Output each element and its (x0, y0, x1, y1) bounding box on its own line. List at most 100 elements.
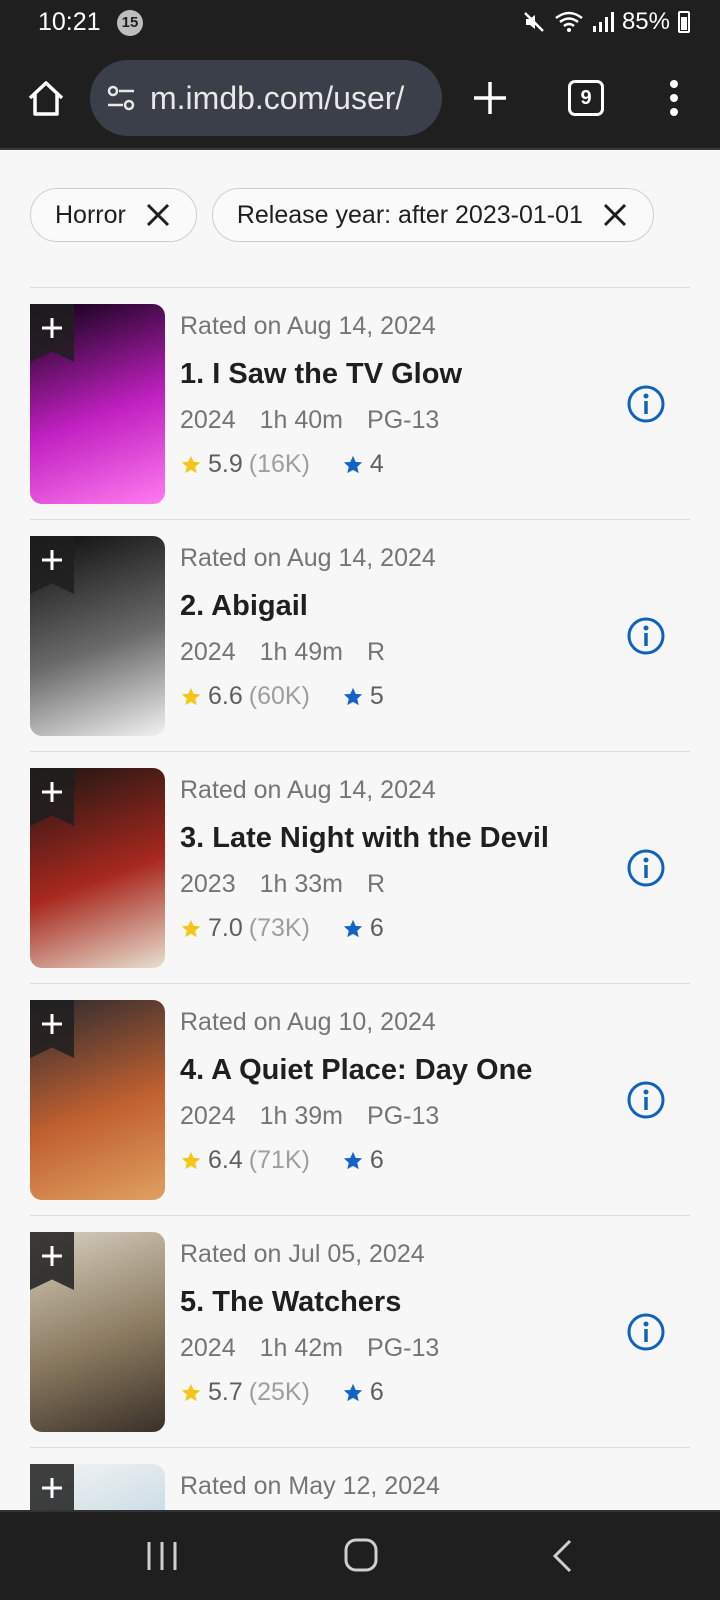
release-year: 2024 (180, 406, 236, 434)
rated-date: Rated on May 12, 2024 (180, 1472, 440, 1500)
runtime: 1h 39m (259, 1102, 344, 1130)
info-icon[interactable] (626, 384, 666, 424)
vote-count: (71K) (248, 1146, 310, 1174)
poster-image[interactable] (30, 536, 165, 736)
user-rating[interactable]: 6 (342, 1146, 384, 1175)
add-to-watchlist-icon[interactable] (40, 780, 64, 804)
title-name[interactable]: 2. Abigail (180, 590, 308, 623)
add-to-watchlist-icon[interactable] (40, 1244, 64, 1268)
certificate: R (367, 870, 386, 898)
list-item[interactable]: Rated on Aug 14, 2024 1. I Saw the TV Gl… (30, 288, 690, 520)
info-icon[interactable] (626, 848, 666, 888)
poster-image[interactable] (30, 1000, 165, 1200)
release-year: 2023 (180, 870, 236, 898)
battery-icon (678, 11, 690, 33)
mute-icon (524, 12, 544, 32)
imdb-rating: 5.7 (208, 1378, 243, 1406)
more-menu-icon[interactable] (664, 76, 684, 120)
poster-image[interactable] (30, 1232, 165, 1432)
poster-image[interactable] (30, 1464, 165, 1510)
title-name[interactable]: 3. Late Night with the Devil (180, 822, 549, 855)
poster-image[interactable] (30, 768, 165, 968)
add-to-watchlist-icon[interactable] (40, 1012, 64, 1036)
list-item[interactable]: Rated on May 12, 2024 (30, 1448, 690, 1510)
imdb-rating-star-icon (181, 1151, 201, 1169)
release-year: 2024 (180, 1334, 236, 1362)
battery-percent: 85% (621, 8, 670, 35)
status-time: 10:21 (38, 8, 101, 36)
user-rating-value: 5 (369, 682, 384, 710)
new-tab-icon[interactable] (470, 78, 510, 118)
list-item[interactable]: Rated on Aug 14, 2024 3. Late Night with… (30, 752, 690, 984)
filter-chip-genre[interactable]: Horror (30, 188, 197, 242)
system-nav-bar (0, 1510, 720, 1600)
site-settings-icon[interactable] (104, 81, 138, 115)
vote-count: (60K) (248, 682, 310, 710)
nav-home-icon[interactable] (343, 1537, 379, 1573)
release-year: 2024 (180, 638, 236, 666)
back-icon[interactable] (548, 1538, 578, 1574)
home-icon[interactable] (24, 76, 68, 120)
title-metadata: 2024 1h 42m PG-13 (180, 1334, 439, 1363)
list-item[interactable]: Rated on Jul 05, 2024 5. The Watchers 20… (30, 1216, 690, 1448)
info-icon[interactable] (626, 1312, 666, 1352)
imdb-rating: 6.6 (208, 682, 243, 710)
user-rating[interactable]: 6 (342, 914, 384, 943)
imdb-rating: 7.0 (208, 914, 243, 942)
poster-image[interactable] (30, 304, 165, 504)
user-rating[interactable]: 6 (342, 1378, 384, 1407)
release-year: 2024 (180, 1102, 236, 1130)
recents-icon[interactable] (145, 1539, 179, 1573)
title-name[interactable]: 5. The Watchers (180, 1286, 401, 1319)
title-name[interactable]: 4. A Quiet Place: Day One (180, 1054, 532, 1087)
signal-icon (592, 12, 614, 32)
user-rating-star-icon (343, 1383, 363, 1401)
title-name[interactable]: 1. I Saw the TV Glow (180, 358, 462, 391)
ratings-row: 5.7 (25K) 6 (180, 1378, 384, 1407)
vote-count: (16K) (248, 450, 310, 478)
rated-date: Rated on Aug 14, 2024 (180, 776, 436, 804)
user-rating-star-icon (343, 1151, 363, 1169)
user-rating[interactable]: 4 (342, 450, 384, 479)
rated-date: Rated on Jul 05, 2024 (180, 1240, 425, 1268)
user-rating-value: 4 (369, 450, 384, 478)
close-icon[interactable] (601, 201, 629, 229)
url-text: m.imdb.com/user/ (150, 79, 405, 116)
ratings-row: 5.9 (16K) 4 (180, 450, 384, 479)
title-metadata: 2024 1h 40m PG-13 (180, 406, 439, 435)
filter-chips: Horror Release year: after 2023-01-01 (30, 188, 654, 242)
close-icon[interactable] (144, 201, 172, 229)
status-bar: 10:21 15 85% (0, 0, 720, 46)
certificate: PG-13 (367, 1102, 440, 1130)
filter-chip-label: Release year: after 2023-01-01 (236, 200, 583, 229)
ratings-row: 6.6 (60K) 5 (180, 682, 384, 711)
runtime: 1h 40m (259, 406, 344, 434)
user-rating-star-icon (343, 455, 363, 473)
certificate: PG-13 (367, 1334, 440, 1362)
list-item[interactable]: Rated on Aug 10, 2024 4. A Quiet Place: … (30, 984, 690, 1216)
wifi-icon (555, 11, 583, 32)
imdb-rating-star-icon (181, 919, 201, 937)
info-icon[interactable] (626, 1080, 666, 1120)
add-to-watchlist-icon[interactable] (40, 548, 64, 572)
page-content: Horror Release year: after 2023-01-01 Ra… (0, 150, 720, 1510)
imdb-rating-star-icon (181, 687, 201, 705)
list-item[interactable]: Rated on Aug 14, 2024 2. Abigail 2024 1h… (30, 520, 690, 752)
rated-titles-list: Rated on Aug 14, 2024 1. I Saw the TV Gl… (30, 287, 690, 1510)
ratings-row: 7.0 (73K) 6 (180, 914, 384, 943)
add-to-watchlist-icon[interactable] (40, 1476, 64, 1500)
add-to-watchlist-icon[interactable] (40, 316, 64, 340)
rated-date: Rated on Aug 10, 2024 (180, 1008, 436, 1036)
runtime: 1h 49m (259, 638, 344, 666)
tab-switcher-button[interactable]: 9 (568, 80, 604, 116)
filter-chip-release-year[interactable]: Release year: after 2023-01-01 (211, 188, 654, 242)
address-bar[interactable]: m.imdb.com/user/ (90, 60, 442, 136)
vote-count: (25K) (248, 1378, 310, 1406)
user-rating[interactable]: 5 (342, 682, 384, 711)
runtime: 1h 42m (259, 1334, 344, 1362)
title-metadata: 2024 1h 49m R (180, 638, 385, 667)
user-rating-value: 6 (369, 914, 384, 942)
title-metadata: 2024 1h 39m PG-13 (180, 1102, 439, 1131)
notification-count-badge: 15 (117, 10, 143, 36)
info-icon[interactable] (626, 616, 666, 656)
